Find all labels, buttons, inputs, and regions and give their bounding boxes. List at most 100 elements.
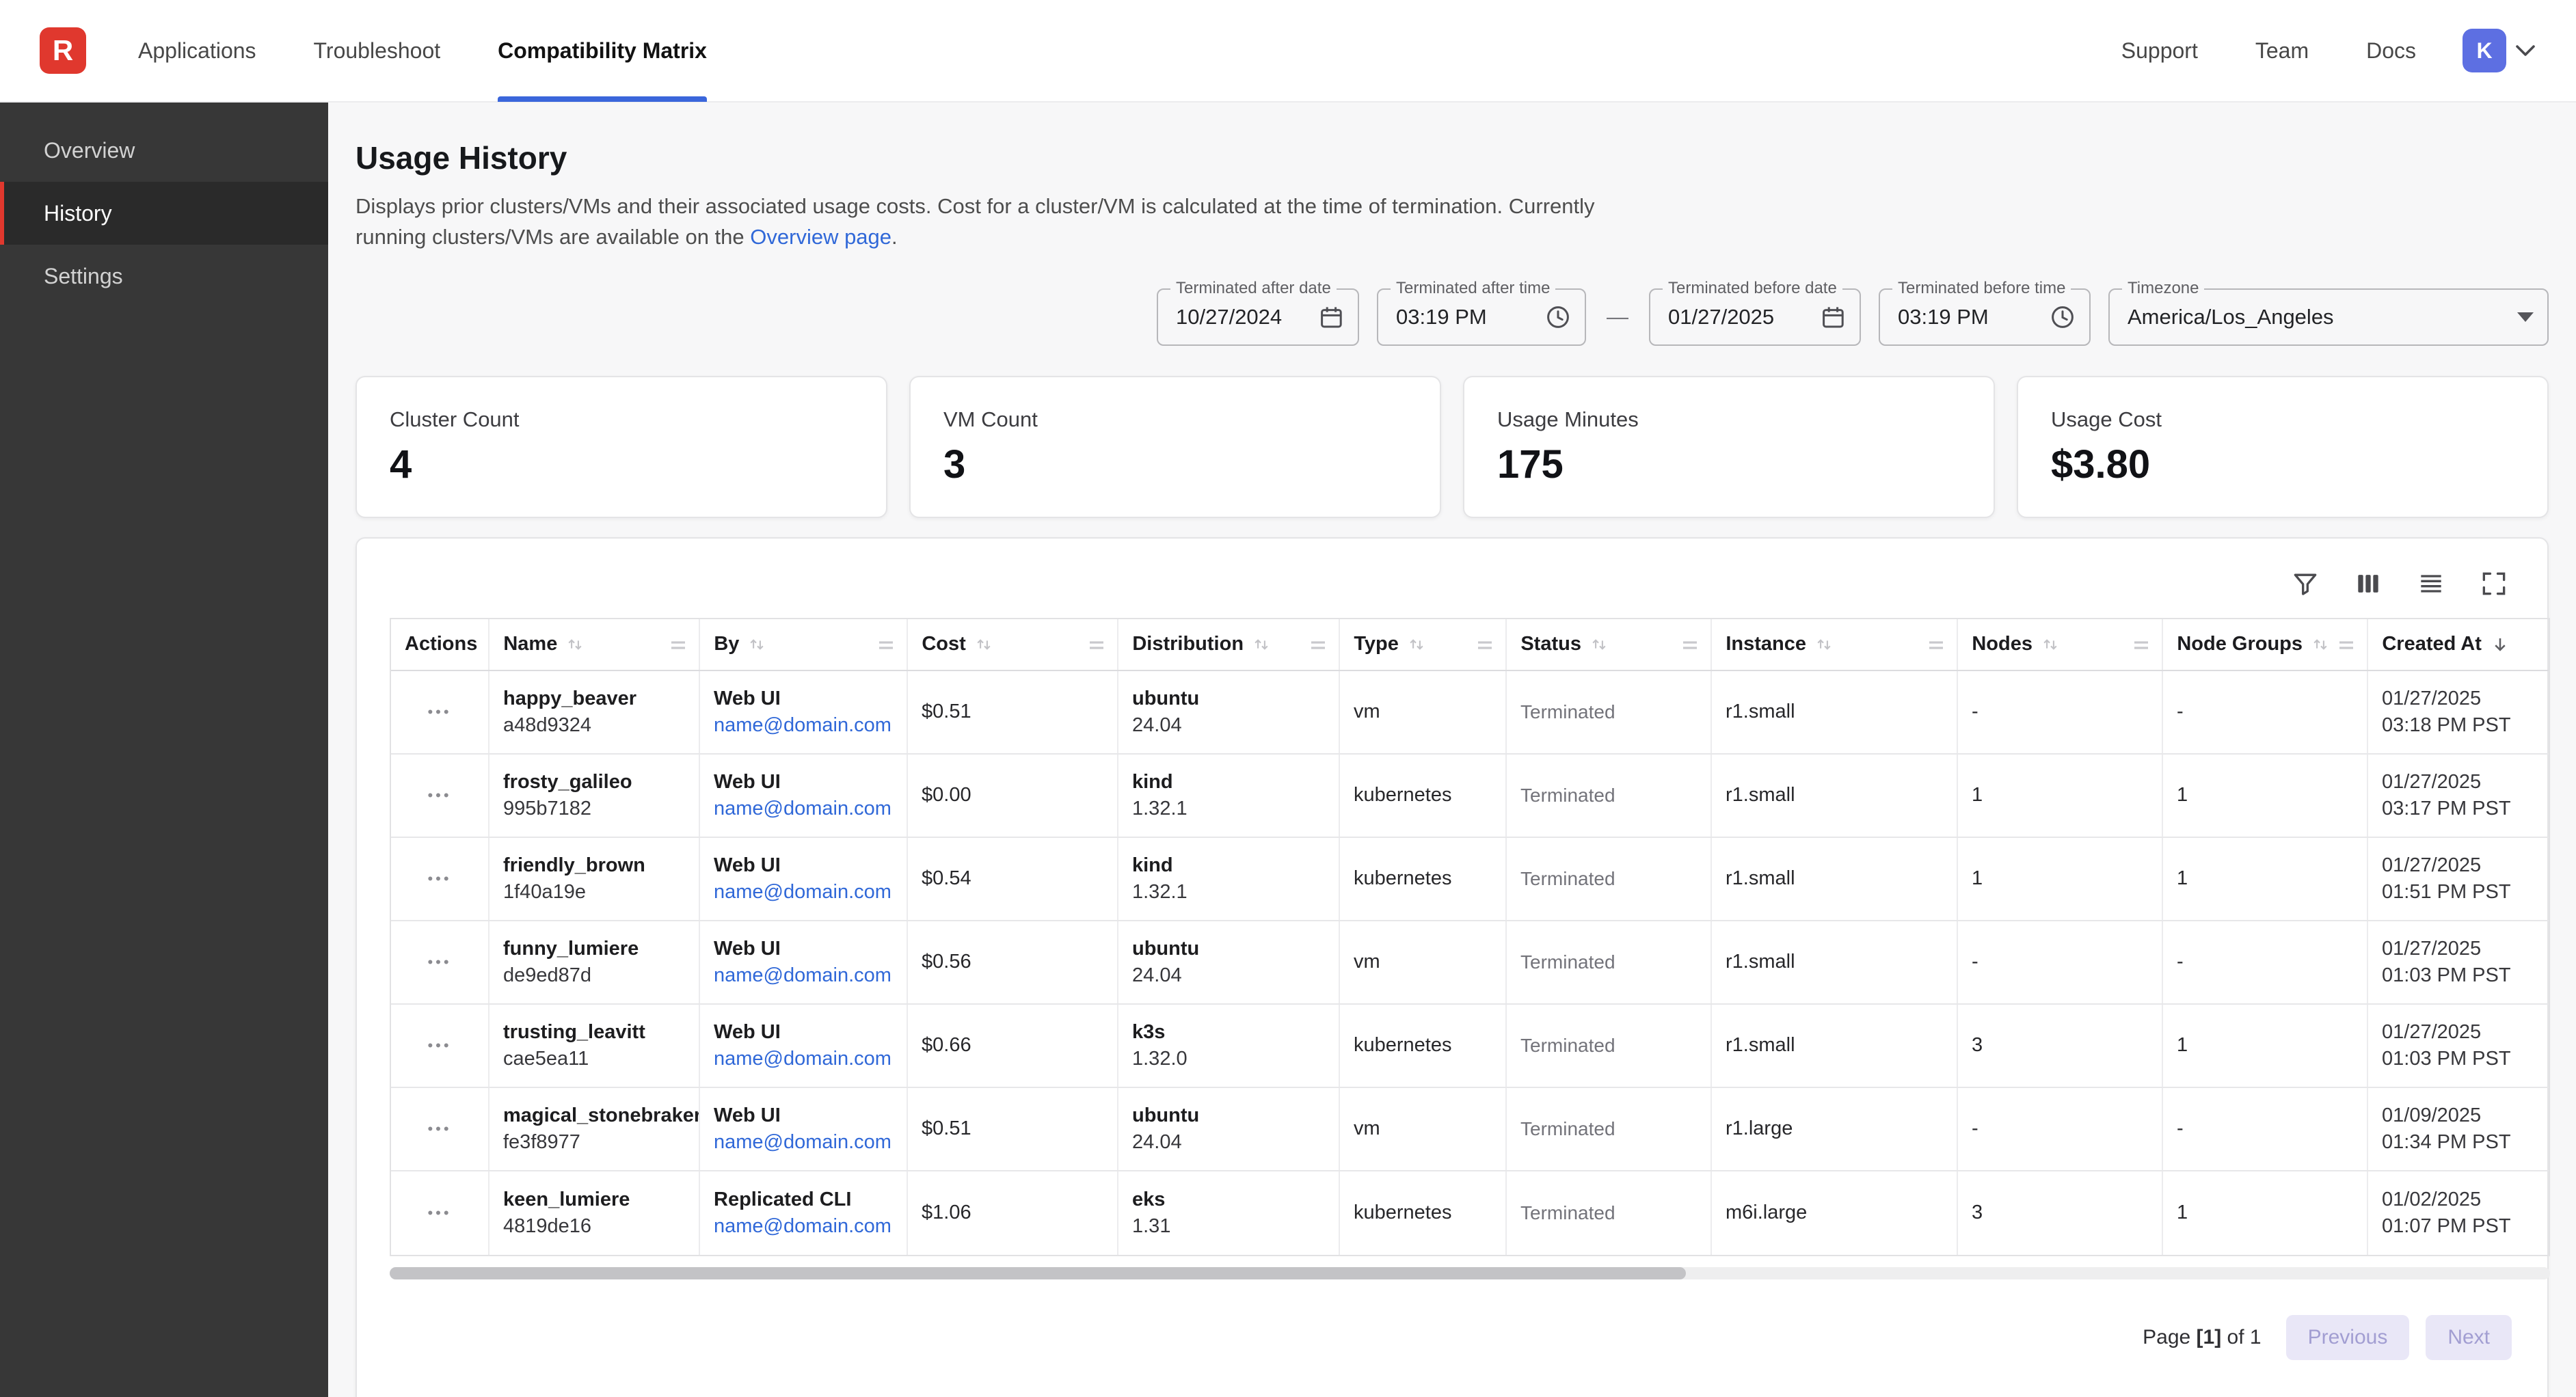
created-by: Web UI (714, 1104, 893, 1127)
description-text: Displays prior clusters/VMs and their as… (355, 194, 1595, 249)
sidebar-item-overview[interactable]: Overview (0, 119, 328, 182)
column-menu-icon[interactable] (1087, 635, 1106, 654)
columns-button[interactable] (2350, 566, 2386, 601)
created-by-email-link[interactable]: name@domain.com (714, 964, 893, 987)
density-button[interactable] (2413, 566, 2449, 601)
previous-page-button[interactable]: Previous (2286, 1315, 2410, 1360)
clock-icon[interactable] (1534, 304, 1571, 330)
brand-logo[interactable]: R (40, 27, 86, 74)
table-row[interactable]: ••• funny_lumierede9ed87d Web UIname@dom… (391, 921, 2549, 1005)
terminated-before-time-field[interactable]: Terminated before time 03:19 PM (1879, 288, 2091, 346)
row-actions-button[interactable]: ••• (391, 755, 489, 837)
column-header-created-at[interactable]: Created At (2368, 619, 2549, 670)
distribution-version: 24.04 (1132, 1131, 1325, 1154)
ellipsis-icon: ••• (427, 870, 451, 888)
stat-card-vm-count: VM Count 3 (909, 376, 1441, 518)
created-by-email-link[interactable]: name@domain.com (714, 881, 893, 904)
terminated-before-date-field[interactable]: Terminated before date 01/27/2025 (1649, 288, 1861, 346)
column-menu-icon[interactable] (1475, 635, 1494, 654)
horizontal-scrollbar[interactable] (390, 1267, 2550, 1279)
cell-node-groups: 1 (2163, 1171, 2368, 1255)
column-header-type[interactable]: Type (1340, 619, 1507, 670)
calendar-icon[interactable] (1307, 304, 1344, 330)
filter-button[interactable] (2287, 566, 2323, 601)
cell-node-groups: - (2163, 671, 2368, 753)
created-by-email-link[interactable]: name@domain.com (714, 1048, 893, 1070)
column-header-distribution[interactable]: Distribution (1118, 619, 1340, 670)
table-row[interactable]: ••• magical_stonebrakerfe3f8977 Web UIna… (391, 1088, 2549, 1171)
column-menu-icon[interactable] (1309, 635, 1328, 654)
page-description: Displays prior clusters/VMs and their as… (355, 191, 1641, 253)
column-menu-icon[interactable] (669, 635, 688, 654)
cell-name: friendly_brown1f40a19e (489, 838, 700, 920)
cell-instance: r1.small (1712, 671, 1958, 753)
nav-support[interactable]: Support (2121, 0, 2198, 101)
terminated-after-time-field[interactable]: Terminated after time 03:19 PM (1377, 288, 1586, 346)
column-header-nodes[interactable]: Nodes (1958, 619, 2163, 670)
avatar[interactable]: K (2463, 29, 2506, 72)
column-menu-icon[interactable] (2132, 635, 2151, 654)
row-actions-button[interactable]: ••• (391, 1171, 489, 1255)
calendar-icon[interactable] (1809, 304, 1846, 330)
nav-docs[interactable]: Docs (2366, 0, 2416, 101)
field-value: 01/27/2025 (1668, 305, 1774, 329)
row-actions-button[interactable]: ••• (391, 1005, 489, 1087)
cell-nodes: 3 (1958, 1005, 2163, 1087)
column-header-cost[interactable]: Cost (908, 619, 1118, 670)
table-row[interactable]: ••• happy_beavera48d9324 Web UIname@doma… (391, 671, 2549, 755)
sort-icon (1814, 635, 1834, 654)
column-header-by[interactable]: By (700, 619, 908, 670)
timezone-select[interactable]: Timezone America/Los_Angeles (2108, 288, 2549, 346)
nav-compatibility-matrix[interactable]: Compatibility Matrix (498, 0, 707, 102)
sidebar-item-history[interactable]: History (0, 182, 328, 245)
column-menu-icon[interactable] (2337, 635, 2356, 654)
created-by-email-link[interactable]: name@domain.com (714, 1215, 893, 1238)
created-by-email-link[interactable]: name@domain.com (714, 798, 893, 820)
table-row[interactable]: ••• keen_lumiere4819de16 Replicated CLIn… (391, 1171, 2549, 1255)
column-menu-icon[interactable] (876, 635, 896, 654)
row-actions-button[interactable]: ••• (391, 1088, 489, 1170)
cost-value: $0.51 (922, 701, 1103, 723)
next-page-button[interactable]: Next (2426, 1315, 2512, 1360)
column-header-instance[interactable]: Instance (1712, 619, 1958, 670)
row-actions-button[interactable]: ••• (391, 921, 489, 1003)
fullscreen-button[interactable] (2476, 566, 2512, 601)
nav-team[interactable]: Team (2255, 0, 2309, 101)
field-value: 03:19 PM (1898, 305, 1989, 329)
overview-page-link[interactable]: Overview page (750, 225, 891, 249)
cluster-name: trusting_leavitt (503, 1021, 685, 1044)
distribution-name: ubuntu (1132, 938, 1325, 960)
created-by-email-link[interactable]: name@domain.com (714, 714, 893, 737)
column-menu-icon[interactable] (1680, 635, 1700, 654)
row-actions-button[interactable]: ••• (391, 671, 489, 753)
column-header-status[interactable]: Status (1507, 619, 1712, 670)
cell-type: vm (1340, 1088, 1507, 1170)
nav-troubleshoot[interactable]: Troubleshoot (314, 0, 441, 102)
cell-by: Web UIname@domain.com (700, 671, 908, 753)
node-groups-value: - (2177, 1117, 2353, 1140)
cell-distribution: kind1.32.1 (1118, 755, 1340, 837)
column-header-name[interactable]: Name (489, 619, 700, 670)
description-period: . (891, 225, 898, 249)
table-row[interactable]: ••• trusting_leavittcae5ea11 Web UIname@… (391, 1005, 2549, 1088)
scrollbar-thumb[interactable] (390, 1267, 1686, 1279)
density-icon (2416, 569, 2446, 599)
table-row[interactable]: ••• friendly_brown1f40a19e Web UIname@do… (391, 838, 2549, 921)
row-actions-button[interactable]: ••• (391, 838, 489, 920)
table-row[interactable]: ••• frosty_galileo995b7182 Web UIname@do… (391, 755, 2549, 838)
sidebar-item-settings[interactable]: Settings (0, 245, 328, 308)
account-menu[interactable]: K (2463, 29, 2535, 72)
field-label: Timezone (2122, 279, 2204, 298)
nav-applications[interactable]: Applications (138, 0, 256, 102)
clock-icon[interactable] (2039, 304, 2076, 330)
terminated-after-date-field[interactable]: Terminated after date 10/27/2024 (1157, 288, 1359, 346)
created-by-email-link[interactable]: name@domain.com (714, 1131, 893, 1154)
column-menu-icon[interactable] (1927, 635, 1946, 654)
column-header-node-groups[interactable]: Node Groups (2163, 619, 2368, 670)
page-indicator: Page [1] of 1 (2143, 1326, 2261, 1349)
cell-status: Terminated (1507, 671, 1712, 753)
distribution-name: ubuntu (1132, 1104, 1325, 1127)
nodes-value: 1 (1972, 784, 2148, 806)
cell-by: Web UIname@domain.com (700, 921, 908, 1003)
cluster-id: fe3f8977 (503, 1131, 685, 1154)
